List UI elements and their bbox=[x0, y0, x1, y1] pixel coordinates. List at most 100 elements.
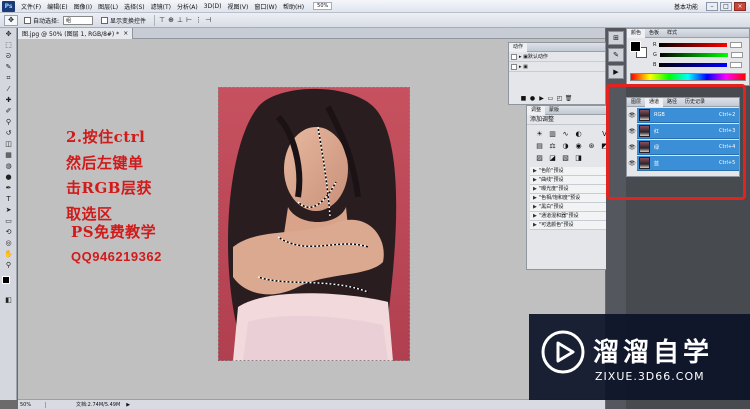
action-toggle-checkbox[interactable] bbox=[511, 53, 517, 60]
tab-swatches[interactable]: 色板 bbox=[645, 29, 663, 38]
menu-file[interactable]: 文件(F) bbox=[18, 2, 44, 11]
green-slider-bar[interactable] bbox=[659, 53, 728, 57]
auto-select-dropdown[interactable]: 组 bbox=[63, 15, 94, 25]
type-tool-icon[interactable]: T bbox=[2, 194, 15, 204]
action-row[interactable]: ▸ ▣ bbox=[509, 62, 605, 72]
history-panel-icon[interactable]: ⊞ bbox=[608, 31, 624, 45]
lasso-tool-icon[interactable]: ᘐ bbox=[2, 51, 15, 61]
color-spectrum-bar[interactable] bbox=[630, 73, 746, 81]
close-tab-icon[interactable]: × bbox=[123, 30, 128, 37]
document-tab[interactable]: 图.jpg @ 50% (图层 1, RGB/8#) * × bbox=[18, 28, 134, 39]
action-toggle-checkbox[interactable] bbox=[511, 63, 517, 70]
color-balance-icon[interactable]: ⚖ bbox=[546, 140, 559, 152]
levels-icon[interactable]: ▥ bbox=[546, 128, 559, 140]
auto-select-checkbox[interactable] bbox=[24, 16, 31, 24]
workspace-switcher[interactable]: 基本功能 bbox=[674, 2, 698, 11]
pen-tool-icon[interactable]: ✒ bbox=[2, 183, 15, 193]
gradient-tool-icon[interactable]: ▦ bbox=[2, 150, 15, 160]
marquee-tool-icon[interactable]: ⬚ bbox=[2, 40, 15, 50]
actions-panel-icon[interactable]: ▶ bbox=[608, 65, 624, 79]
hand-tool-icon[interactable]: ✋ bbox=[2, 249, 15, 259]
dodge-tool-icon[interactable]: ● bbox=[2, 172, 15, 182]
status-menu-arrow-icon[interactable]: ▶ bbox=[126, 402, 130, 408]
red-slider-bar[interactable] bbox=[659, 43, 728, 47]
threshold-icon[interactable]: ◪ bbox=[546, 152, 559, 164]
align-middle-icon[interactable]: ⊕ bbox=[168, 16, 174, 24]
clone-stamp-tool-icon[interactable]: ⚲ bbox=[2, 117, 15, 127]
channel-mixer-icon[interactable]: ⊛ bbox=[585, 140, 598, 152]
align-center-icon[interactable]: ⋮ bbox=[195, 16, 202, 24]
posterize-icon[interactable]: ▨ bbox=[533, 152, 546, 164]
color-picker-swatches[interactable] bbox=[630, 41, 648, 59]
menu-view[interactable]: 视图(V) bbox=[225, 2, 252, 11]
menu-edit[interactable]: 编辑(E) bbox=[44, 2, 70, 11]
foreground-color[interactable] bbox=[630, 41, 641, 52]
new-set-icon[interactable]: ▭ bbox=[546, 95, 555, 102]
delete-icon[interactable]: 🗑 bbox=[564, 95, 573, 102]
black-white-icon[interactable]: ◑ bbox=[559, 140, 572, 152]
blue-value-field[interactable] bbox=[730, 62, 743, 68]
photo-filter-icon[interactable]: ◉ bbox=[572, 140, 585, 152]
tab-masks[interactable]: 蒙版 bbox=[545, 106, 563, 115]
blue-slider-bar[interactable] bbox=[659, 63, 728, 67]
portrait-photo[interactable] bbox=[218, 87, 410, 361]
status-zoom[interactable]: 50% bbox=[18, 401, 46, 408]
move-tool-preset-icon[interactable]: ✥ bbox=[4, 14, 18, 26]
foreground-color-swatch[interactable] bbox=[2, 276, 10, 284]
stop-icon[interactable]: ■ bbox=[519, 95, 528, 102]
exposure-icon[interactable]: ◐ bbox=[572, 128, 585, 140]
quick-select-tool-icon[interactable]: ✎ bbox=[2, 62, 15, 72]
menu-image[interactable]: 图像(I) bbox=[71, 2, 95, 11]
align-right-icon[interactable]: ⊣ bbox=[205, 16, 211, 24]
menu-window[interactable]: 窗口(W) bbox=[251, 2, 280, 11]
blur-tool-icon[interactable]: ◍ bbox=[2, 161, 15, 171]
red-slider[interactable]: R bbox=[653, 41, 743, 49]
align-bottom-icon[interactable]: ⊥ bbox=[177, 16, 183, 24]
menu-help[interactable]: 帮助(H) bbox=[280, 2, 307, 11]
brush-panel-icon[interactable]: ✎ bbox=[608, 48, 624, 62]
new-action-icon[interactable]: ◰ bbox=[555, 95, 564, 102]
play-icon[interactable]: ▶ bbox=[537, 95, 546, 102]
minimize-button[interactable]: – bbox=[706, 2, 718, 11]
history-brush-tool-icon[interactable]: ↺ bbox=[2, 128, 15, 138]
eraser-tool-icon[interactable]: ◫ bbox=[2, 139, 15, 149]
green-slider[interactable]: G bbox=[653, 51, 743, 59]
menu-analysis[interactable]: 分析(A) bbox=[174, 2, 201, 11]
maximize-button[interactable]: □ bbox=[720, 2, 732, 11]
show-transform-checkbox[interactable] bbox=[101, 16, 109, 24]
selective-color-icon[interactable]: ◨ bbox=[572, 152, 585, 164]
quick-mask-icon[interactable]: ◧ bbox=[2, 295, 15, 305]
blue-slider[interactable]: B bbox=[653, 61, 743, 69]
shape-tool-icon[interactable]: ▭ bbox=[2, 216, 15, 226]
menu-select[interactable]: 选择(S) bbox=[121, 2, 148, 11]
menu-layer[interactable]: 图层(L) bbox=[95, 2, 121, 11]
menu-3d[interactable]: 3D(D) bbox=[201, 3, 225, 10]
brightness-icon[interactable]: ☀ bbox=[533, 128, 546, 140]
align-left-icon[interactable]: ⊢ bbox=[186, 16, 192, 24]
eyedropper-tool-icon[interactable]: ⁄ bbox=[2, 84, 15, 94]
gradient-map-icon[interactable]: ▧ bbox=[559, 152, 572, 164]
red-value-field[interactable] bbox=[730, 42, 743, 48]
hue-saturation-icon[interactable]: ▤ bbox=[533, 140, 546, 152]
menu-filter[interactable]: 滤镜(T) bbox=[148, 2, 174, 11]
tab-adjustments[interactable]: 调整 bbox=[527, 105, 546, 115]
tab-styles[interactable]: 样式 bbox=[663, 29, 681, 38]
move-tool-icon[interactable]: ✥ bbox=[2, 29, 15, 39]
3d-rotate-tool-icon[interactable]: ⟲ bbox=[2, 227, 15, 237]
3d-orbit-tool-icon[interactable]: ◎ bbox=[2, 238, 15, 248]
zoom-tool-icon[interactable]: ⚲ bbox=[2, 260, 15, 270]
brush-tool-icon[interactable]: ✐ bbox=[2, 106, 15, 116]
crop-tool-icon[interactable]: ⌗ bbox=[2, 73, 15, 83]
curves-icon[interactable]: ∿ bbox=[559, 128, 572, 140]
path-select-tool-icon[interactable]: ➤ bbox=[2, 205, 15, 215]
tab-actions[interactable]: 动作 bbox=[509, 42, 528, 52]
close-button[interactable]: × bbox=[734, 2, 746, 11]
tab-color[interactable]: 颜色 bbox=[627, 28, 646, 38]
color-swatches[interactable] bbox=[0, 274, 17, 294]
green-value-field[interactable] bbox=[730, 52, 743, 58]
healing-brush-tool-icon[interactable]: ✚ bbox=[2, 95, 15, 105]
record-icon[interactable]: ● bbox=[528, 95, 537, 102]
action-set-row[interactable]: ▸ ▣ 默认动作 bbox=[509, 52, 605, 62]
align-top-icon[interactable]: ⊤ bbox=[159, 16, 165, 24]
zoom-level-select[interactable]: 50% bbox=[313, 2, 333, 10]
